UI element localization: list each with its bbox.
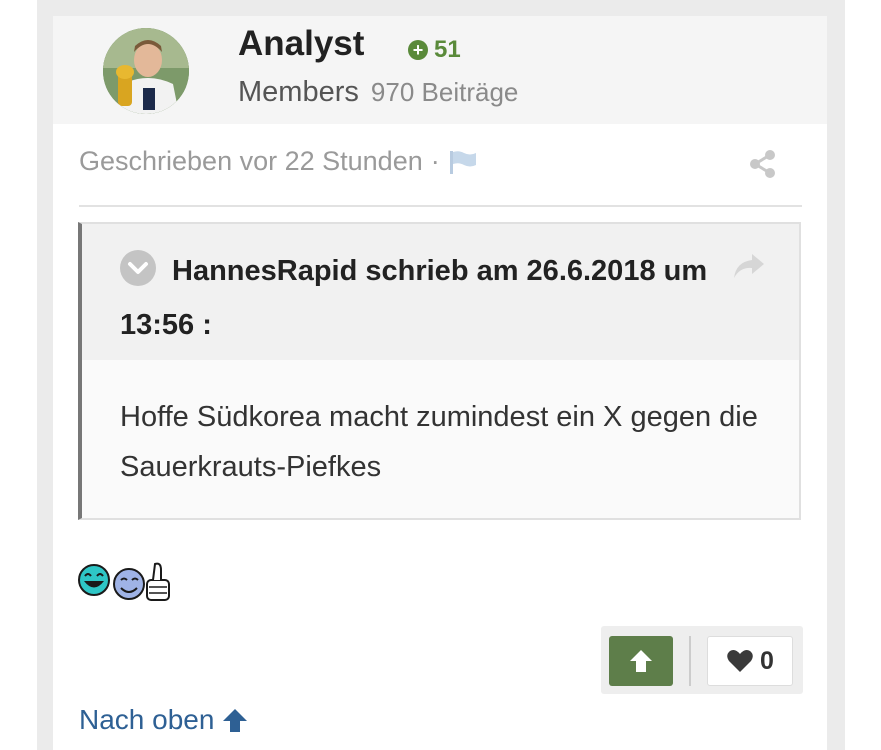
arrow-up-icon	[630, 650, 652, 672]
author-header: Analyst + 51 Members 970 Beiträge	[53, 16, 827, 124]
reply-arrow-icon[interactable]	[732, 252, 766, 282]
quote-header: HannesRapid schrieb am 26.6.2018 um 13:5…	[82, 224, 799, 360]
quote-block: HannesRapid schrieb am 26.6.2018 um 13:5…	[78, 222, 801, 520]
smiling-emoji-icon	[113, 568, 145, 600]
emoji-group	[77, 558, 177, 602]
heart-icon	[727, 650, 753, 672]
back-to-top-label: Nach oben	[79, 704, 215, 735]
plus-circle-icon: +	[408, 40, 428, 60]
author-group: Members 970 Beiträge	[238, 76, 518, 109]
like-button[interactable]: 0	[707, 636, 793, 686]
avatar[interactable]	[103, 28, 189, 114]
reputation-count: 51	[434, 36, 461, 63]
laughing-emoji-icon	[78, 564, 110, 596]
flag-icon[interactable]	[448, 150, 478, 174]
meta-separator: ·	[430, 146, 440, 176]
arrow-up-icon	[223, 709, 248, 732]
frame-left	[37, 0, 53, 750]
group-label: Members	[238, 76, 359, 108]
share-icon[interactable]	[747, 148, 779, 180]
post-date: Geschrieben vor 22 Stunden	[79, 146, 423, 176]
post-count: 970 Beiträge	[370, 77, 519, 107]
quote-text: Hoffe Südkorea macht zumindest ein X geg…	[120, 401, 758, 483]
thumbs-up-icon	[146, 562, 170, 601]
like-count: 0	[760, 646, 774, 675]
forum-post: Analyst + 51 Members 970 Beiträge Geschr…	[53, 16, 827, 750]
reaction-bar: 0	[601, 626, 803, 694]
upvote-button[interactable]	[609, 636, 673, 686]
back-to-top-link[interactable]: Nach oben	[79, 704, 248, 736]
reputation-badge: + 51	[408, 36, 461, 64]
frame-top	[37, 0, 845, 16]
post-meta: Geschrieben vor 22 Stunden ·	[79, 146, 478, 177]
page-margin	[0, 0, 37, 750]
author-name[interactable]: Analyst	[238, 24, 364, 64]
frame-right	[827, 0, 845, 750]
avatar-image	[103, 28, 189, 114]
vote-separator	[689, 636, 691, 686]
divider	[79, 205, 802, 207]
quote-citation[interactable]: HannesRapid schrieb am 26.6.2018 um 13:5…	[120, 244, 710, 352]
